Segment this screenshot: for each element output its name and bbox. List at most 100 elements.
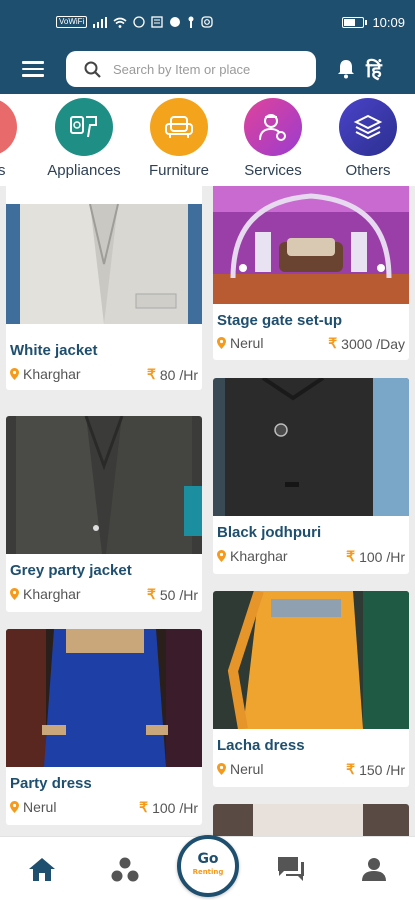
menu-button[interactable] bbox=[0, 44, 66, 94]
tools-icon bbox=[0, 98, 17, 156]
category-furniture[interactable]: Furniture bbox=[139, 98, 219, 179]
battery-icon bbox=[342, 16, 368, 28]
lacha-dress-photo bbox=[213, 591, 409, 729]
nav-categories[interactable] bbox=[108, 853, 142, 885]
white-jacket-photo bbox=[6, 204, 202, 324]
profile-icon bbox=[362, 858, 386, 881]
clock: 10:09 bbox=[372, 14, 405, 30]
location-pin-icon bbox=[217, 337, 226, 349]
location-pin-icon bbox=[10, 368, 19, 380]
logo-bottom-text: Renting bbox=[192, 868, 224, 876]
product-card[interactable]: Black jodhpuri Kharghar ₹ 100 /Hr bbox=[213, 378, 409, 574]
sofa-icon bbox=[150, 98, 208, 156]
gorenting-home-button[interactable]: Go Renting bbox=[177, 835, 239, 897]
product-card[interactable]: Grey party jacket Kharghar ₹ 50 /Hr bbox=[6, 416, 202, 612]
status-bar: VoWiFi 10:09 bbox=[0, 0, 415, 44]
blue-party-dress-photo bbox=[6, 629, 202, 767]
category-strip: Tools Appliances Furniture Services Othe… bbox=[0, 94, 415, 186]
category-label: Others bbox=[345, 162, 391, 179]
bottom-navigation: Go Renting bbox=[0, 835, 415, 900]
rupee-icon: ₹ bbox=[328, 335, 338, 351]
product-location: Kharghar bbox=[217, 548, 288, 564]
product-price: ₹ 50 /Hr bbox=[147, 586, 198, 603]
appliances-icon bbox=[55, 98, 113, 156]
rupee-icon: ₹ bbox=[146, 586, 156, 602]
product-name: Party dress bbox=[10, 775, 92, 792]
product-photo-partial bbox=[213, 804, 409, 836]
price-text: 3000 /Day bbox=[341, 335, 405, 352]
wifi-icon bbox=[113, 17, 127, 28]
product-card[interactable]: Lacha dress Nerul ₹ 150 /Hr bbox=[213, 591, 409, 787]
category-tools[interactable]: Tools bbox=[0, 98, 28, 179]
location-text: Nerul bbox=[23, 799, 57, 815]
language-toggle[interactable]: हिं bbox=[366, 56, 382, 83]
product-location: Nerul bbox=[217, 761, 263, 777]
product-card[interactable]: Stage gate set-up Nerul ₹ 3000 /Day bbox=[213, 186, 409, 360]
rupee-icon: ₹ bbox=[146, 366, 156, 382]
product-name: Black jodhpuri bbox=[217, 524, 322, 541]
nav-home[interactable] bbox=[25, 853, 59, 885]
search-bar[interactable] bbox=[66, 51, 316, 87]
product-location: Nerul bbox=[10, 799, 56, 815]
location-pin-icon bbox=[217, 763, 226, 775]
grey-jacket-photo bbox=[6, 416, 202, 554]
home-icon bbox=[29, 858, 55, 881]
location-pin-icon bbox=[10, 588, 19, 600]
status-icons-right: 10:09 bbox=[342, 15, 405, 30]
rupee-icon: ₹ bbox=[346, 761, 356, 777]
logo-top-text: Go bbox=[197, 851, 219, 867]
product-price: ₹ 3000 /Day bbox=[328, 335, 405, 352]
nav-chat[interactable] bbox=[274, 853, 308, 885]
category-appliances[interactable]: Appliances bbox=[44, 98, 124, 179]
rupee-icon: ₹ bbox=[139, 799, 149, 815]
location-pin-icon bbox=[10, 801, 19, 813]
category-services[interactable]: Services bbox=[233, 98, 313, 179]
product-price: ₹ 100 /Hr bbox=[139, 799, 198, 816]
app-header: हिं bbox=[0, 44, 415, 94]
product-price: ₹ 150 /Hr bbox=[346, 761, 405, 778]
product-name: Grey party jacket bbox=[10, 562, 132, 579]
price-text: 150 /Hr bbox=[359, 761, 405, 778]
app-screen: VoWiFi 10:09 हिं bbox=[0, 0, 415, 900]
product-name: Lacha dress bbox=[217, 737, 305, 754]
product-location: Kharghar bbox=[10, 586, 81, 602]
location-text: Kharghar bbox=[23, 366, 81, 382]
location-text: Kharghar bbox=[23, 586, 81, 602]
vowifi-badge: VoWiFi bbox=[56, 16, 88, 28]
product-price: ₹ 80 /Hr bbox=[147, 366, 198, 383]
black-jodhpuri-photo bbox=[213, 378, 409, 516]
product-price: ₹ 100 /Hr bbox=[346, 548, 405, 565]
service-person-icon bbox=[244, 98, 302, 156]
key-icon bbox=[188, 16, 194, 28]
nav-profile[interactable] bbox=[357, 853, 391, 885]
product-card[interactable]: White jacket Kharghar ₹ 80 /Hr bbox=[6, 186, 202, 390]
bell-icon bbox=[338, 60, 354, 79]
category-label: Tools bbox=[0, 162, 6, 179]
location-text: Kharghar bbox=[230, 548, 288, 564]
search-input[interactable] bbox=[113, 61, 313, 77]
price-text: 50 /Hr bbox=[159, 586, 198, 603]
browser-icon bbox=[170, 17, 181, 27]
location-pin-icon bbox=[217, 550, 226, 562]
category-others[interactable]: Others bbox=[328, 98, 408, 179]
category-label: Appliances bbox=[47, 162, 121, 179]
product-name: White jacket bbox=[10, 342, 98, 359]
stage-setup-photo bbox=[213, 186, 409, 304]
chat-icon bbox=[278, 857, 304, 881]
rupee-icon: ₹ bbox=[346, 548, 356, 564]
product-name: Stage gate set-up bbox=[217, 312, 343, 329]
whatsapp-icon bbox=[133, 16, 145, 28]
notification-button[interactable] bbox=[336, 58, 356, 80]
price-text: 100 /Hr bbox=[359, 548, 405, 565]
categories-dots-icon bbox=[111, 857, 139, 882]
status-icons-left: VoWiFi bbox=[56, 16, 213, 28]
product-location: Nerul bbox=[217, 335, 263, 351]
product-card[interactable] bbox=[213, 804, 409, 836]
product-card[interactable]: Party dress Nerul ₹ 100 /Hr bbox=[6, 629, 202, 825]
layers-icon bbox=[339, 98, 397, 156]
message-icon bbox=[151, 16, 163, 28]
category-label: Services bbox=[244, 162, 302, 179]
hamburger-menu-icon bbox=[22, 57, 44, 81]
product-grid: White jacket Kharghar ₹ 80 /Hr Grey part… bbox=[0, 186, 415, 836]
location-text: Nerul bbox=[230, 335, 264, 351]
